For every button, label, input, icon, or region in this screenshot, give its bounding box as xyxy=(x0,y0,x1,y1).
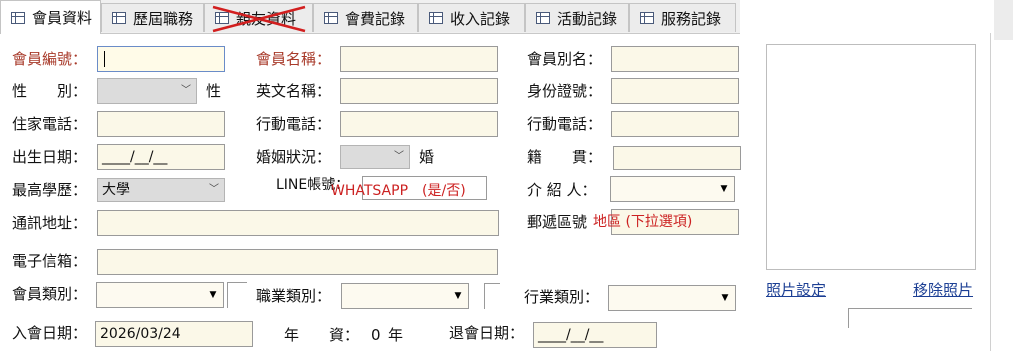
caret-down-icon: ▼ xyxy=(454,291,462,301)
gender-label: 性 別： xyxy=(12,82,88,100)
native-input[interactable] xyxy=(613,146,741,170)
tab-activity-records[interactable]: 活動記錄 xyxy=(525,3,629,32)
tab-label: 服務記錄 xyxy=(661,9,722,28)
alias-label: 會員別名： xyxy=(527,50,603,68)
email-label: 電子信箱： xyxy=(12,252,88,270)
table-icon xyxy=(11,11,25,24)
job-type-select[interactable]: ▼ xyxy=(341,283,469,309)
tab-label: 活動記錄 xyxy=(557,9,618,28)
member-type-label: 會員類別： xyxy=(12,285,88,303)
chevron-down-icon: ﹀ xyxy=(394,151,404,162)
join-date-label: 入會日期： xyxy=(12,324,88,342)
home-phone-label: 住家電話： xyxy=(12,115,88,133)
tab-relatives[interactable]: 親友資料 xyxy=(204,3,313,33)
id-no-label: 身份證號： xyxy=(527,82,603,100)
caret-down-icon: ▼ xyxy=(720,184,728,194)
join-date-input[interactable]: 2026/03/24 xyxy=(95,321,253,347)
english-name-label: 英文名稱： xyxy=(256,82,332,100)
birth-date-input[interactable]: ____/__/__ xyxy=(97,144,225,170)
job-type-extra xyxy=(484,283,500,309)
industry-select[interactable]: ▼ xyxy=(608,285,736,311)
education-select[interactable]: 大學 ﹀ xyxy=(97,178,225,202)
home-phone-input[interactable] xyxy=(97,111,225,137)
table-icon xyxy=(324,12,338,24)
tab-member-info[interactable]: 會員資料 xyxy=(0,0,101,34)
referrer-label: 介 紹 人： xyxy=(527,181,597,199)
panel-border xyxy=(990,33,991,351)
caret-down-icon: ▼ xyxy=(209,290,217,300)
tab-service-records[interactable]: 服務記錄 xyxy=(629,3,736,32)
table-icon xyxy=(536,12,550,24)
tab-label: 會員資料 xyxy=(32,9,93,27)
photo-path-box xyxy=(848,308,972,328)
zip-hint: 地區 (下拉選項) xyxy=(593,214,693,230)
tab-label: 歷屆職務 xyxy=(133,9,194,28)
member-type-select[interactable]: ▼ xyxy=(96,282,224,308)
id-no-input[interactable] xyxy=(611,78,739,104)
member-no-label: 會員編號： xyxy=(12,50,88,68)
address-input[interactable] xyxy=(97,210,499,236)
table-icon xyxy=(429,12,443,24)
seniority-unit: 年 xyxy=(388,326,404,344)
whatsapp-hint: WHATSAPP (是/否) xyxy=(331,183,466,199)
industry-label: 行業類別： xyxy=(524,288,600,306)
marital-suffix: 婚 xyxy=(419,148,435,166)
caret-down-icon: ▼ xyxy=(721,293,729,303)
marital-select[interactable]: ﹀ xyxy=(340,145,410,169)
address-label: 通訊地址： xyxy=(12,214,88,232)
tab-strip: 會員資料 歷屆職務 親友資料 會費記錄 收入記錄 活動記錄 服務記錄 xyxy=(0,0,740,34)
birth-label: 出生日期： xyxy=(12,148,88,166)
tab-label: 會費記錄 xyxy=(345,9,406,28)
education-value: 大學 xyxy=(102,182,130,198)
photo-set-link[interactable]: 照片設定 xyxy=(766,279,826,300)
native-label: 籍 貫： xyxy=(527,148,603,166)
table-icon xyxy=(640,12,654,24)
member-type-extra xyxy=(227,282,247,308)
mobile2-input[interactable] xyxy=(611,111,739,137)
email-input[interactable] xyxy=(97,249,498,275)
education-label: 最高學歷： xyxy=(12,181,88,199)
referrer-select[interactable]: ▼ xyxy=(610,176,735,202)
english-name-input[interactable] xyxy=(340,78,498,104)
tab-past-positions[interactable]: 歷屆職務 xyxy=(101,3,204,32)
strikethrough-mark xyxy=(212,5,306,33)
window-edge xyxy=(994,0,1013,40)
marital-label: 婚姻狀況： xyxy=(256,148,332,166)
member-no-input[interactable] xyxy=(97,46,225,72)
seniority-label: 年 資： xyxy=(284,326,360,344)
text-caret xyxy=(104,51,105,67)
member-name-input[interactable] xyxy=(340,46,498,72)
mobile1-input[interactable] xyxy=(340,111,498,137)
alias-input[interactable] xyxy=(611,46,739,72)
mobile1-label: 行動電話： xyxy=(256,115,332,133)
exit-date-input[interactable]: ____/__/__ xyxy=(533,322,657,348)
seniority-value: 0 xyxy=(371,326,381,344)
tab-income-records[interactable]: 收入記錄 xyxy=(418,3,525,32)
gender-select[interactable]: ﹀ xyxy=(97,78,197,104)
exit-date-label: 退會日期： xyxy=(449,324,525,342)
photo-remove-link[interactable]: 移除照片 xyxy=(913,279,973,300)
job-type-label: 職業類別： xyxy=(256,287,332,305)
table-icon xyxy=(112,12,126,24)
gender-suffix: 性 xyxy=(206,82,222,100)
tab-label: 收入記錄 xyxy=(450,9,511,28)
chevron-down-icon: ﹀ xyxy=(181,85,191,96)
member-name-label: 會員名稱： xyxy=(256,50,332,68)
photo-box[interactable] xyxy=(766,44,976,270)
chevron-down-icon: ﹀ xyxy=(209,184,219,195)
tab-fee-records[interactable]: 會費記錄 xyxy=(313,3,418,32)
mobile2-label: 行動電話： xyxy=(527,115,603,133)
zip-label: 郵遞區號 xyxy=(527,213,588,231)
